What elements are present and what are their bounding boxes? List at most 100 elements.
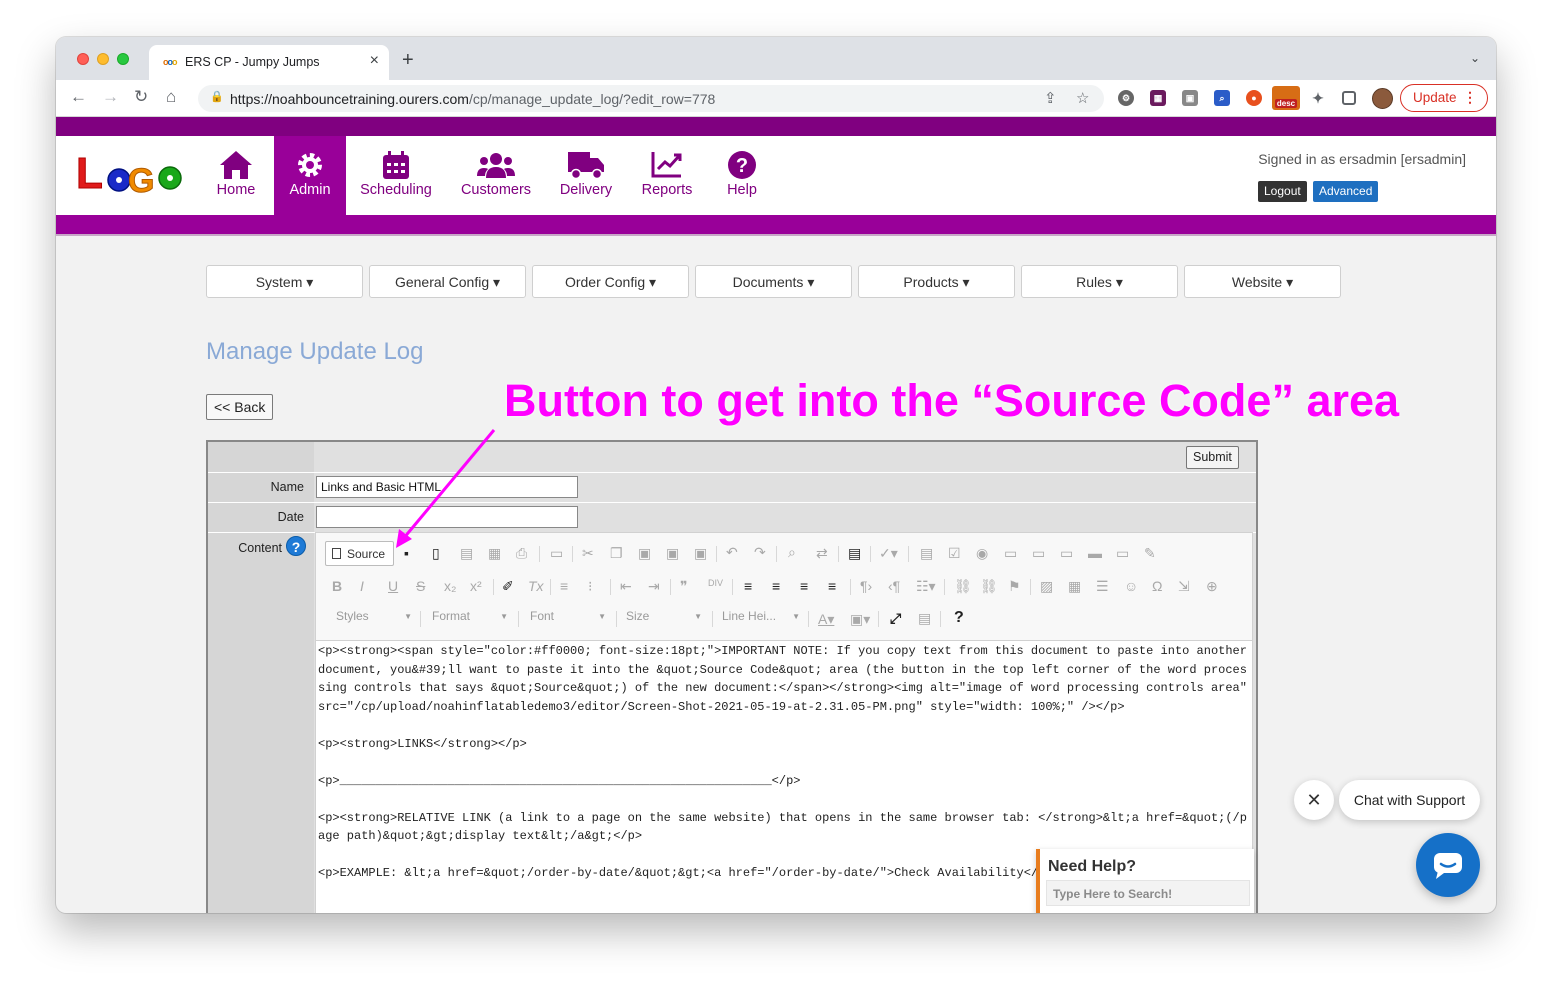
share-icon[interactable]: ⇪ bbox=[1044, 89, 1057, 107]
textfield-icon[interactable]: ▭ bbox=[1004, 545, 1017, 562]
format-combo[interactable]: Format ▼ bbox=[432, 609, 508, 631]
chat-with-support-button[interactable]: Chat with Support bbox=[1339, 780, 1480, 820]
ltr-icon[interactable]: ¶› bbox=[860, 578, 872, 594]
nav-delivery[interactable]: Delivery bbox=[552, 136, 620, 215]
italic-icon[interactable]: I bbox=[360, 578, 364, 594]
line-height-combo[interactable]: Line Hei... ▼ bbox=[722, 609, 800, 631]
bulleted-list-icon[interactable]: ⁝ bbox=[588, 578, 592, 595]
maximize-icon[interactable]: ⤢ bbox=[890, 610, 901, 627]
maximize-window-button[interactable] bbox=[117, 53, 129, 65]
extension-gear-icon[interactable]: ⚙ bbox=[1118, 90, 1134, 106]
extension-duckduckgo-icon[interactable]: ● bbox=[1246, 90, 1262, 106]
browser-update-button[interactable]: Update ⋮ bbox=[1400, 84, 1488, 112]
help-search-input[interactable]: Type Here to Search! bbox=[1046, 880, 1250, 906]
horizontal-line-icon[interactable]: ☰ bbox=[1096, 578, 1109, 595]
close-window-button[interactable] bbox=[77, 53, 89, 65]
extensions-puzzle-icon[interactable]: ✦ bbox=[1310, 90, 1326, 106]
nav-help[interactable]: ? Help bbox=[716, 136, 768, 215]
back-button[interactable]: << Back bbox=[206, 394, 274, 420]
submenu-general-config[interactable]: General Config ▾ bbox=[369, 265, 526, 298]
submenu-products[interactable]: Products ▾ bbox=[858, 265, 1015, 298]
image-button-icon[interactable]: ▭ bbox=[1116, 545, 1129, 562]
nav-admin[interactable]: Admin bbox=[274, 136, 346, 215]
strikethrough-icon[interactable]: S bbox=[416, 578, 425, 594]
blockquote-icon[interactable]: ❞ bbox=[680, 578, 688, 595]
nav-scheduling[interactable]: Scheduling bbox=[354, 136, 438, 215]
form-icon[interactable]: ▤ bbox=[920, 545, 933, 562]
templates-icon[interactable]: ▭ bbox=[550, 545, 563, 562]
extension-calendar-icon[interactable]: ▦ bbox=[1150, 90, 1166, 106]
button-field-icon[interactable]: ▬ bbox=[1088, 545, 1102, 561]
align-right-icon[interactable]: ≡ bbox=[800, 578, 808, 594]
export-pdf-icon[interactable]: ▤ bbox=[460, 545, 473, 562]
advanced-button[interactable]: Advanced bbox=[1313, 181, 1379, 202]
superscript-icon[interactable]: x² bbox=[470, 578, 482, 594]
nav-customers[interactable]: Customers bbox=[454, 136, 538, 215]
paste-icon[interactable]: ▣ bbox=[638, 545, 651, 562]
smiley-icon[interactable]: ☺ bbox=[1124, 578, 1138, 594]
new-tab-button[interactable]: + bbox=[402, 49, 414, 72]
cut-icon[interactable]: ✂ bbox=[582, 545, 594, 562]
spellcheck-icon[interactable]: ✓▾ bbox=[879, 545, 898, 562]
font-combo[interactable]: Font ▼ bbox=[530, 609, 606, 631]
profile-avatar[interactable] bbox=[1372, 88, 1393, 109]
language-icon[interactable]: ☷▾ bbox=[916, 578, 936, 595]
numbered-list-icon[interactable]: ≡ bbox=[560, 578, 568, 594]
editor-help-icon[interactable]: ? bbox=[954, 609, 964, 627]
paste-text-icon[interactable]: ▣ bbox=[666, 545, 679, 562]
copy-icon[interactable]: ❐ bbox=[610, 545, 623, 562]
justify-icon[interactable]: ≡ bbox=[828, 578, 836, 594]
bookmark-star-icon[interactable]: ☆ bbox=[1076, 89, 1089, 107]
submenu-documents[interactable]: Documents ▾ bbox=[695, 265, 852, 298]
submit-button[interactable]: Submit bbox=[1186, 446, 1239, 469]
url-text[interactable]: https://noahbouncetraining.ourers.com/cp… bbox=[230, 91, 715, 107]
redo-icon[interactable]: ↷ bbox=[754, 544, 766, 561]
background-color-icon[interactable]: ▣▾ bbox=[850, 611, 870, 628]
checkbox-icon[interactable]: ☑ bbox=[948, 545, 961, 562]
extension-grid-icon[interactable]: ▣ bbox=[1182, 90, 1198, 106]
extension-desc-icon[interactable]: desc bbox=[1272, 86, 1300, 110]
page-break-icon[interactable]: ⇲ bbox=[1178, 578, 1190, 595]
submenu-website[interactable]: Website ▾ bbox=[1184, 265, 1341, 298]
logout-button[interactable]: Logout bbox=[1258, 181, 1307, 202]
replace-icon[interactable]: ⇄ bbox=[816, 545, 828, 562]
nav-reports[interactable]: Reports bbox=[634, 136, 700, 215]
hidden-field-icon[interactable]: ✎ bbox=[1144, 545, 1156, 562]
chat-close-button[interactable]: ✕ bbox=[1294, 780, 1334, 820]
indent-icon[interactable]: ⇥ bbox=[648, 578, 660, 595]
show-blocks-icon[interactable]: ▤ bbox=[918, 610, 931, 627]
tab-close-icon[interactable]: × bbox=[370, 52, 379, 70]
minimize-window-button[interactable] bbox=[97, 53, 109, 65]
chat-launcher-button[interactable] bbox=[1416, 833, 1480, 897]
browser-tab[interactable]: ooo ERS CP - Jumpy Jumps × bbox=[149, 45, 389, 80]
radio-icon[interactable]: ◉ bbox=[976, 545, 988, 562]
div-container-icon[interactable]: DIV bbox=[708, 578, 723, 588]
remove-format-icon[interactable]: Tx bbox=[528, 578, 544, 594]
select-field-icon[interactable]: ▭ bbox=[1060, 545, 1073, 562]
sidebar-toggle-icon[interactable] bbox=[1342, 91, 1356, 105]
subscript-icon[interactable]: x₂ bbox=[444, 578, 456, 594]
special-char-icon[interactable]: Ω bbox=[1152, 578, 1162, 594]
extension-search-icon[interactable]: ⌕ bbox=[1214, 90, 1230, 106]
rtl-icon[interactable]: ‹¶ bbox=[888, 578, 900, 594]
print-icon[interactable]: ⎙ bbox=[516, 545, 527, 562]
copy-format-icon[interactable]: ✐ bbox=[502, 578, 514, 595]
nav-home[interactable]: Home bbox=[206, 136, 266, 215]
address-bar[interactable]: 🔒 https://noahbouncetraining.ourers.com/… bbox=[198, 85, 1104, 112]
home-browser-icon[interactable]: ⌂ bbox=[166, 87, 176, 107]
underline-icon[interactable]: U bbox=[388, 578, 398, 594]
text-color-icon[interactable]: A▾ bbox=[818, 611, 834, 628]
anchor-flag-icon[interactable]: ⚑ bbox=[1008, 578, 1021, 595]
image-icon[interactable]: ▨ bbox=[1040, 578, 1053, 595]
table-icon[interactable]: ▦ bbox=[1068, 578, 1081, 595]
textarea-icon[interactable]: ▭ bbox=[1032, 545, 1045, 562]
new-page-icon[interactable]: ▯ bbox=[432, 545, 440, 562]
select-all-icon[interactable]: ▤ bbox=[848, 545, 861, 562]
submenu-order-config[interactable]: Order Config ▾ bbox=[532, 265, 689, 298]
find-icon[interactable]: ⌕ bbox=[788, 544, 796, 561]
forward-arrow-icon[interactable]: → bbox=[102, 87, 119, 107]
source-button[interactable]: Source bbox=[325, 541, 394, 566]
link-icon[interactable]: ⛓ bbox=[954, 578, 972, 595]
paste-word-icon[interactable]: ▣ bbox=[694, 545, 707, 562]
submenu-system[interactable]: System ▾ bbox=[206, 265, 363, 298]
